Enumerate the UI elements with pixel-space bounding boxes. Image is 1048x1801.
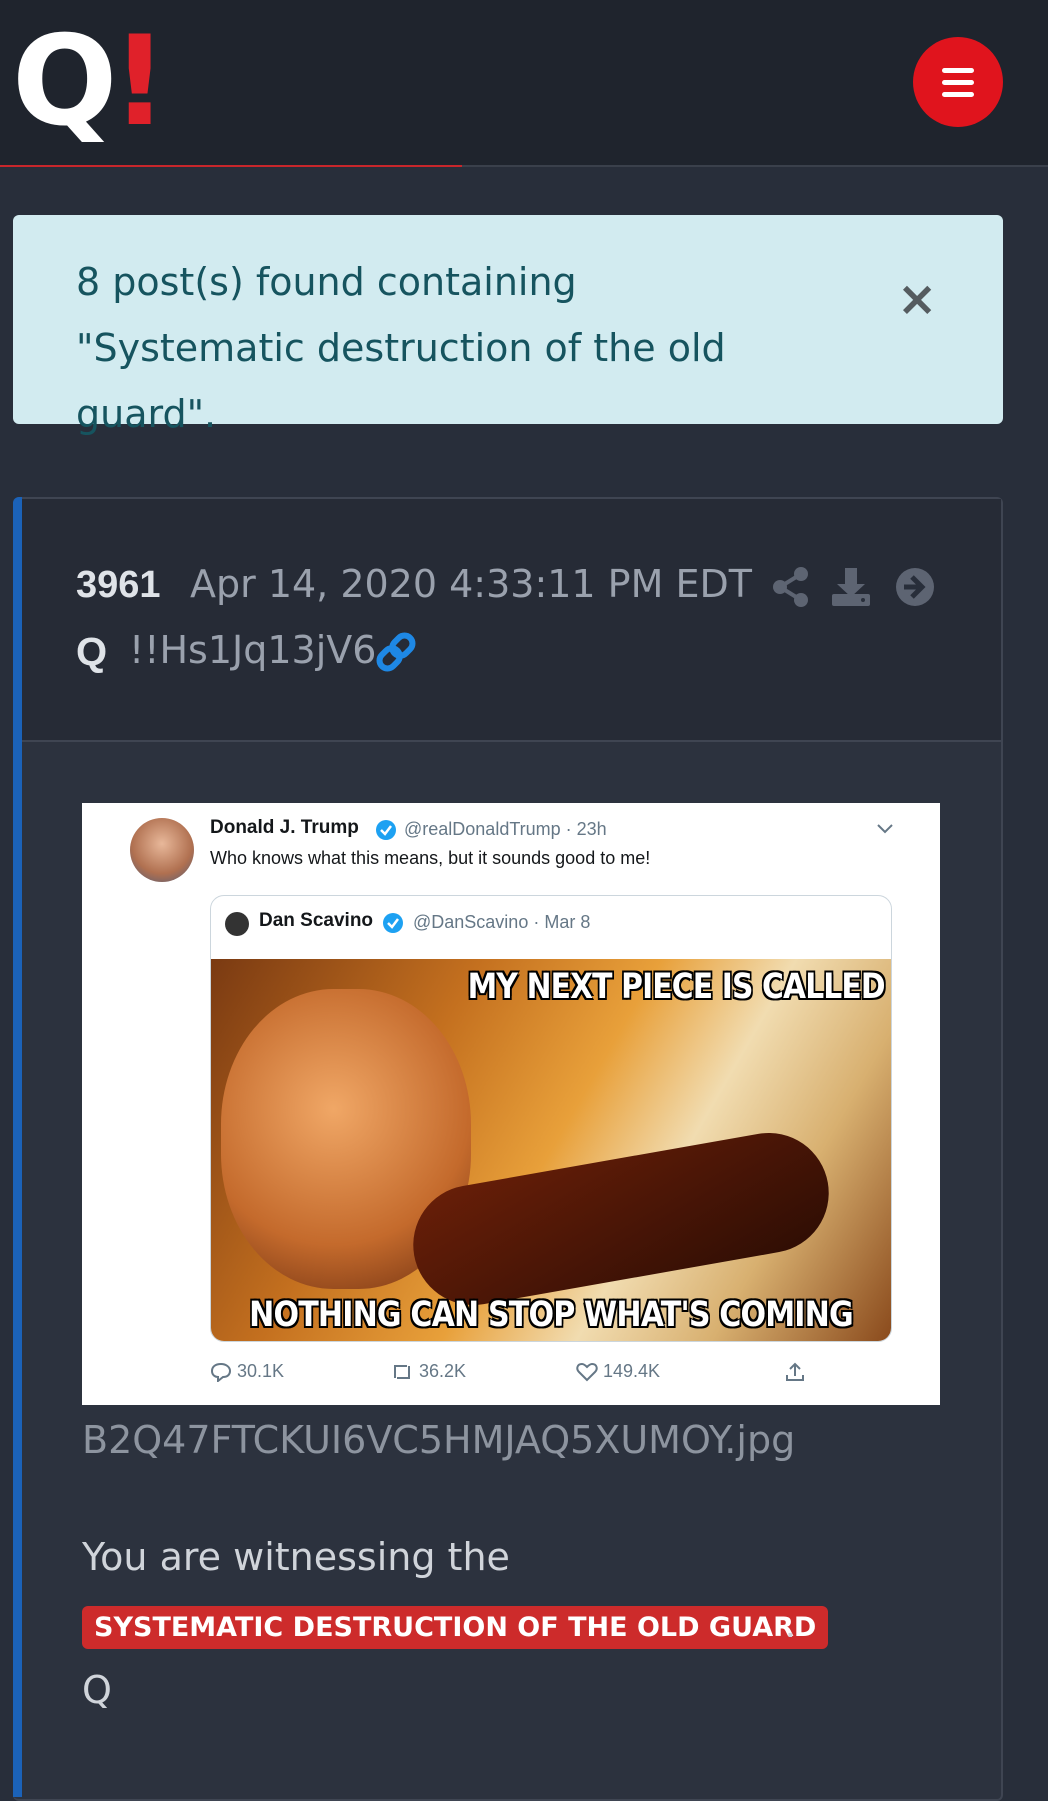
tweet-text: Who knows what this means, but it sounds… (210, 848, 651, 868)
hamburger-menu-icon-bar (942, 80, 974, 85)
reply-count: 30.1K (237, 1361, 285, 1381)
quote-avatar (225, 912, 249, 936)
share-icon[interactable] (772, 566, 810, 608)
tweet-avatar (130, 818, 194, 882)
quote-author-name: Dan Scavino (259, 910, 374, 931)
post-header-divider (22, 740, 1001, 742)
image-filename[interactable]: B2Q47FTCKUI6VC5HMJAQ5XUMOY.jpg (82, 1418, 795, 1462)
search-result-alert: 8 post(s) found containing "Systematic d… (13, 215, 1003, 436)
post-header (22, 499, 1001, 740)
post-body-period: . (785, 1604, 796, 1646)
quoted-tweet: Dan Scavino @DanScavino · Mar 8 MY NEXT … (210, 895, 892, 1342)
post-signature: Q (82, 1668, 112, 1712)
like-count: 149.4K (603, 1361, 661, 1381)
post-body-line: You are witnessing the (82, 1535, 510, 1579)
download-icon[interactable] (830, 566, 872, 608)
verified-badge-icon (383, 913, 403, 933)
header-progress-line (0, 165, 462, 167)
post-author: Q (76, 630, 108, 674)
post-card-accent (13, 497, 22, 1797)
tweet-author-name: Donald J. Trump (210, 817, 359, 838)
heart-icon (576, 1363, 598, 1382)
meme-bottom-text: NOTHING CAN STOP WHAT'S COMING (249, 1295, 854, 1335)
upload-icon (786, 1362, 804, 1382)
menu-button[interactable] (913, 37, 1003, 127)
post-tripcode: !!Hs1Jq13jV6 (129, 628, 377, 672)
hamburger-menu-icon (942, 68, 974, 73)
arrow-right-circle-icon[interactable] (894, 566, 936, 608)
chevron-down-icon (877, 824, 893, 834)
logo-q: Q (12, 10, 117, 154)
retweet-count: 36.2K (419, 1361, 467, 1381)
meme-image: MY NEXT PIECE IS CALLED NOTHING CAN STOP… (211, 959, 891, 1341)
close-icon[interactable]: × (897, 271, 937, 327)
meme-top-text: MY NEXT PIECE IS CALLED (467, 967, 886, 1007)
reply-icon (210, 1363, 232, 1384)
site-logo[interactable]: Q! (12, 20, 168, 144)
tweet-actions: 30.1K 36.2K 149.4K (210, 1361, 830, 1391)
search-highlight: SYSTEMATIC DESTRUCTION OF THE OLD GUARD (82, 1606, 829, 1649)
logo-exclamation: ! (111, 10, 168, 154)
post-date: Apr 14, 2020 4:33:11 PM EDT (190, 562, 752, 606)
hamburger-menu-icon-bar (942, 92, 974, 97)
tweet-handle: @realDonaldTrump · 23h (404, 819, 607, 839)
retweet-icon (394, 1365, 410, 1380)
post-number[interactable]: 3961 (76, 564, 161, 607)
post-image[interactable]: Donald J. Trump @realDonaldTrump · 23h W… (82, 803, 940, 1405)
link-icon[interactable] (374, 630, 418, 674)
verified-badge-icon (376, 820, 396, 840)
alert-message: 8 post(s) found containing "Systematic d… (76, 260, 726, 436)
quote-handle: @DanScavino · Mar 8 (413, 912, 591, 932)
